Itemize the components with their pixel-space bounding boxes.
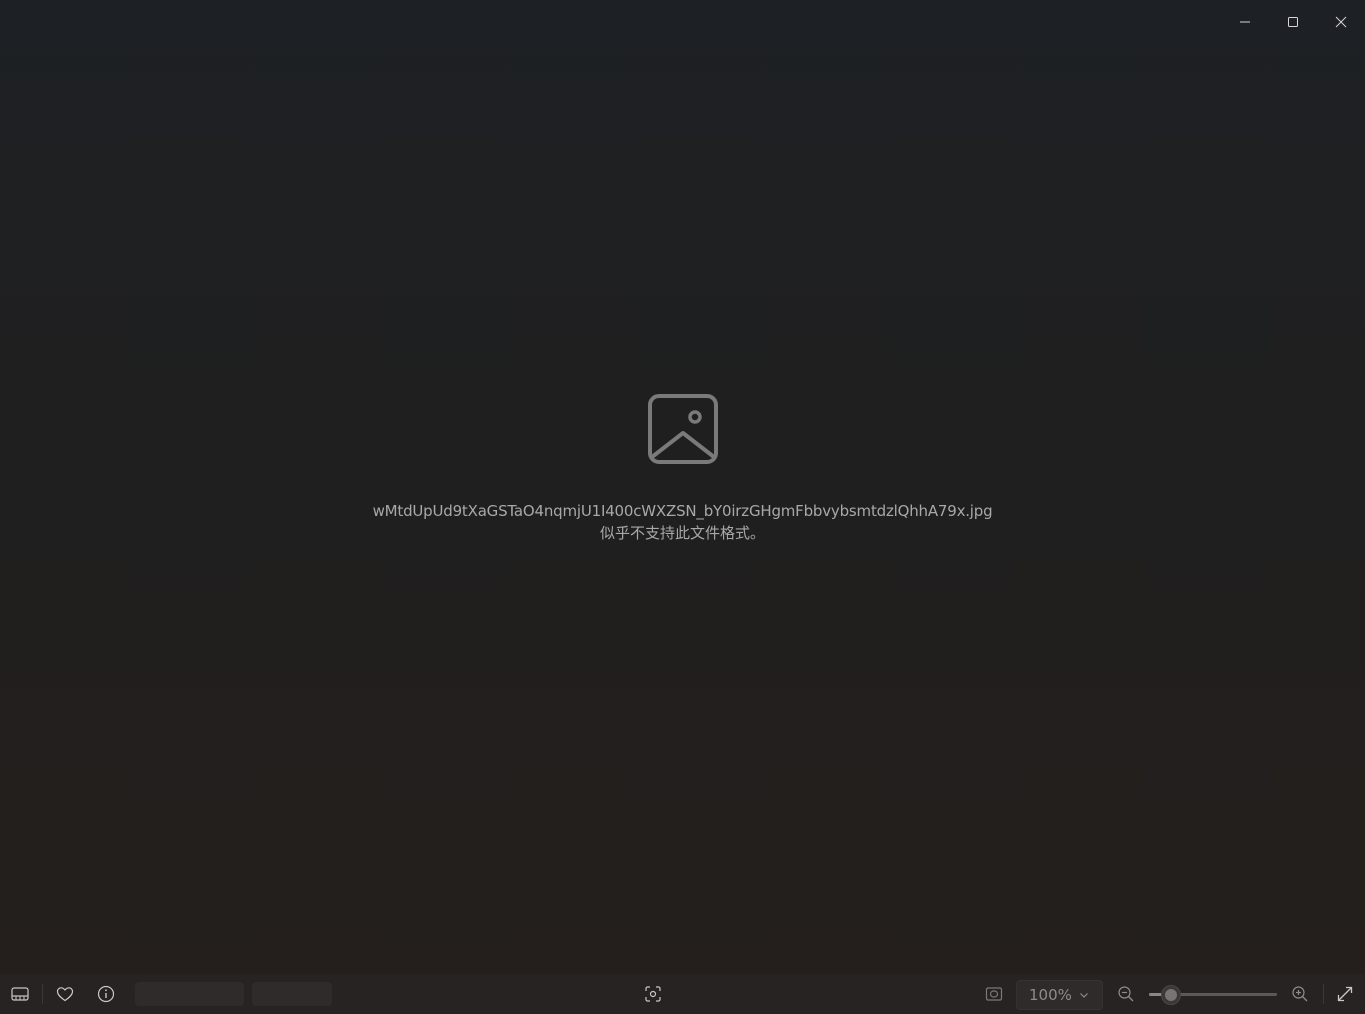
zoom-out-button[interactable] xyxy=(1110,974,1142,1014)
zoom-slider[interactable] xyxy=(1149,974,1277,1014)
zoom-in-icon xyxy=(1292,986,1308,1002)
photo-viewer-window: wMtdUpUd9tXaGSTaO4nqmjU1I400cWXZSN_bY0ir… xyxy=(0,0,1365,1014)
zoom-level-dropdown[interactable]: 100% xyxy=(1016,980,1103,1010)
unsupported-file-panel: wMtdUpUd9tXaGSTaO4nqmjU1I400cWXZSN_bY0ir… xyxy=(0,393,1365,543)
close-button[interactable] xyxy=(1317,0,1365,44)
minimize-button[interactable] xyxy=(1221,0,1269,44)
actual-size-icon xyxy=(985,987,1003,1001)
title-bar[interactable] xyxy=(0,0,1365,44)
filmstrip-icon xyxy=(11,987,29,1001)
focus-frame-icon xyxy=(645,986,661,1002)
zoom-slider-thumb[interactable] xyxy=(1160,985,1181,1005)
maximize-icon xyxy=(1288,17,1298,27)
caption-buttons xyxy=(1221,0,1365,44)
toolbar-divider xyxy=(42,984,43,1004)
zoom-level-value: 100% xyxy=(1029,986,1072,1004)
actual-size-button[interactable] xyxy=(978,974,1010,1014)
toolbar-placeholder-button[interactable] xyxy=(252,982,332,1006)
zoom-in-button[interactable] xyxy=(1284,974,1316,1014)
toolbar-placeholder-button[interactable] xyxy=(135,982,244,1006)
image-placeholder-icon xyxy=(647,394,718,464)
maximize-button[interactable] xyxy=(1269,0,1317,44)
close-icon xyxy=(1335,16,1347,28)
full-screen-button[interactable] xyxy=(1329,974,1361,1014)
file-name: wMtdUpUd9tXaGSTaO4nqmjU1I400cWXZSN_bY0ir… xyxy=(372,502,993,520)
heart-icon xyxy=(56,987,74,1002)
chevron-down-icon xyxy=(1080,993,1088,998)
minimize-icon xyxy=(1240,21,1250,23)
info-icon xyxy=(97,985,115,1003)
zoom-out-icon xyxy=(1118,986,1134,1002)
toolbar-divider xyxy=(1323,984,1324,1004)
expand-icon xyxy=(1337,986,1353,1002)
favorite-button[interactable] xyxy=(49,974,81,1014)
file-info-button[interactable] xyxy=(90,974,122,1014)
unsupported-format-message: 似乎不支持此文件格式。 xyxy=(599,524,765,542)
filmstrip-button[interactable] xyxy=(4,974,36,1014)
fit-to-window-button[interactable] xyxy=(637,974,669,1014)
